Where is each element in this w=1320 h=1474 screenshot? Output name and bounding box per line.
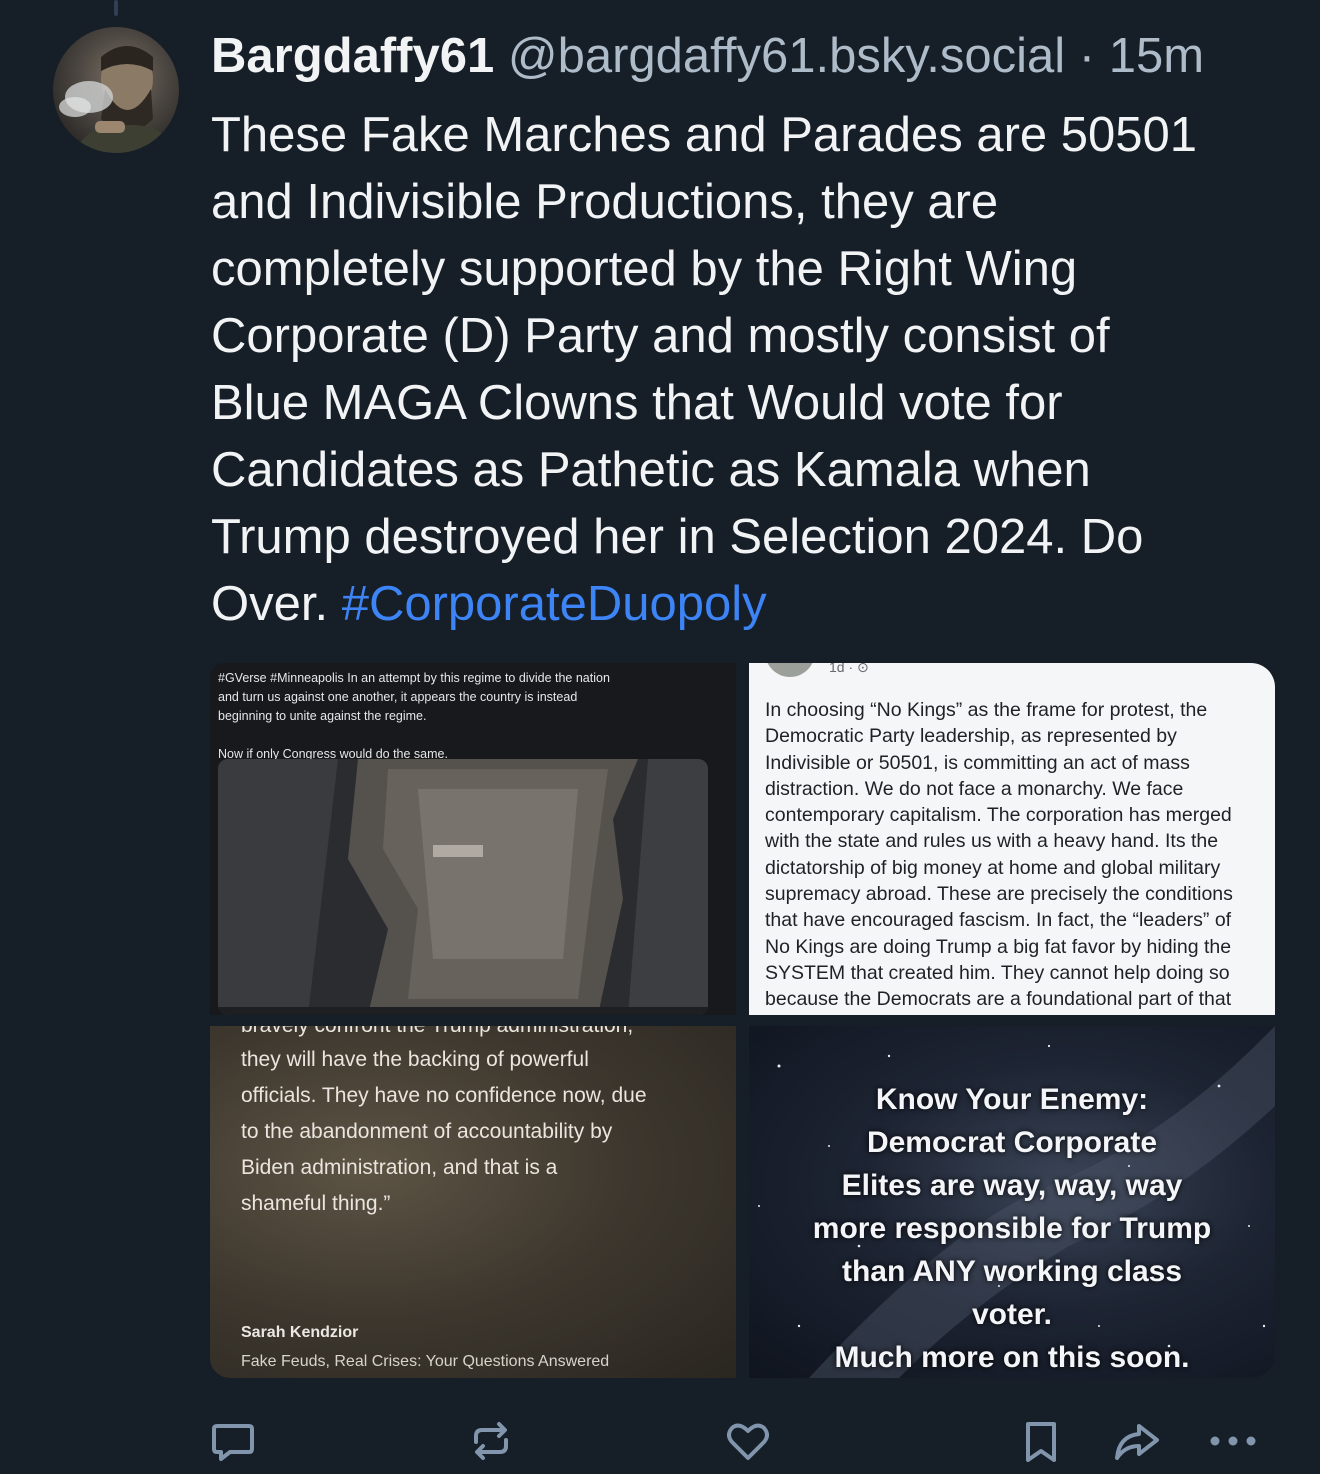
quote-line: to the abandonment of accountability by	[241, 1120, 613, 1143]
post-text-line: Blue MAGA Clowns that Would vote for	[211, 376, 1063, 430]
post-text: These Fake Marches and Parades are 50501…	[211, 102, 1291, 638]
media-image-quote[interactable]: bravely confront the Trump administratio…	[210, 1026, 736, 1378]
speech-bubble-icon	[212, 1424, 254, 1461]
more-options-button[interactable]	[1206, 1416, 1260, 1466]
embedded-text-line: Democratic Party leadership, as represen…	[765, 725, 1177, 748]
post-text-line: and Indivisible Productions, they are	[211, 175, 999, 229]
ellipsis-icon	[1210, 1436, 1256, 1446]
display-name[interactable]: Bargdaffy61	[211, 29, 494, 83]
quote-line: shameful thing.”	[241, 1192, 391, 1215]
bookmark-button[interactable]	[1016, 1416, 1066, 1466]
avatar-image	[59, 46, 179, 153]
quote-text: they will have the backing of powerful o…	[241, 1042, 721, 1222]
post-actions	[0, 1408, 1320, 1468]
embedded-text-line: with the state and rules us with a heavy…	[765, 830, 1219, 853]
media-image-text-post[interactable]: 1d · ⊙ In choosing “No Kings” as the fra…	[749, 663, 1275, 1015]
embedded-text-line: In choosing “No Kings” as the frame for …	[765, 699, 1208, 721]
meme-line: Much more on this soon.	[834, 1341, 1190, 1374]
meme-line: Know Your Enemy:	[875, 1083, 1149, 1116]
handle[interactable]: @bargdaffy61.bsky.social	[508, 29, 1065, 83]
post-text-line: Trump destroyed her in Selection 2024. D…	[211, 510, 1144, 564]
crowd-photo	[218, 759, 708, 1015]
avatar[interactable]	[53, 27, 179, 153]
post-text-line: These Fake Marches and Parades are 50501	[211, 108, 1198, 162]
embedded-text-line: contemporary capitalism. The corporation…	[765, 804, 1232, 827]
quote-line: officials. They have no confidence now, …	[241, 1084, 647, 1107]
thread-line	[114, 0, 118, 16]
embedded-text-line: dictatorship of big money at home and gl…	[765, 856, 1221, 879]
caption-line: and turn us against one another, it appe…	[218, 690, 578, 704]
embedded-text-line: No Kings are doing Trump a big fat favor…	[765, 935, 1232, 958]
image-caption: #GVerse #Minneapolis In an attempt by th…	[218, 669, 718, 764]
post-text-line: completely supported by the Right Wing	[211, 242, 1078, 296]
meme-line: Democrat Corporate	[866, 1126, 1158, 1159]
timestamp[interactable]: 15m	[1109, 29, 1204, 83]
meme-line: Elites are way, way, way	[841, 1169, 1183, 1202]
heart-icon	[727, 1423, 769, 1460]
hashtag-link[interactable]: #CorporateDuopoly	[342, 577, 767, 631]
embedded-text-line: because the Democrats are a foundational…	[765, 988, 1232, 1011]
embedded-text-line: that have encouraged fascism. In fact, t…	[765, 909, 1232, 932]
embedded-text-line: supremacy abroad. These are precisely th…	[765, 883, 1233, 906]
meme-line: than ANY working class	[841, 1255, 1183, 1288]
quote-author: Sarah Kendzior	[241, 1324, 359, 1341]
like-button[interactable]	[723, 1416, 773, 1466]
repost-button[interactable]	[466, 1416, 516, 1466]
meme-line: voter.	[971, 1298, 1053, 1331]
embedded-avatar	[765, 663, 815, 677]
quote-line: Biden administration, and that is a	[241, 1156, 558, 1179]
embedded-text-line: Indivisible or 50501, is committing an a…	[765, 751, 1190, 774]
post-text-line: Over.	[211, 577, 329, 631]
quote-line: they will have the backing of powerful	[241, 1048, 589, 1071]
media-grid: #GVerse #Minneapolis In an attempt by th…	[210, 663, 1275, 1378]
quote-source: Fake Feuds, Real Crises: Your Questions …	[241, 1353, 610, 1370]
share-button[interactable]	[1111, 1416, 1161, 1466]
quote-cut-line: bravely confront the Trump administratio…	[241, 1026, 633, 1038]
reply-button[interactable]	[208, 1416, 258, 1466]
share-arrow-icon	[1115, 1424, 1159, 1460]
embedded-post-text: In choosing “No Kings” as the frame for …	[765, 697, 1273, 1013]
post-text-line: Candidates as Pathetic as Kamala when	[211, 443, 1091, 497]
post-header: Bargdaffy61 @bargdaffy61.bsky.social · 1…	[211, 28, 1280, 84]
bookmark-icon	[1026, 1422, 1056, 1462]
media-image-crowd[interactable]: #GVerse #Minneapolis In an attempt by th…	[210, 663, 736, 1015]
post-text-last-line: Over. #CorporateDuopoly	[211, 571, 1291, 638]
repost-arrows-icon	[474, 1422, 508, 1460]
embedded-text-line: SYSTEM that created him. They cannot hel…	[765, 961, 1230, 984]
embedded-meta: 1d · ⊙	[829, 663, 869, 675]
caption-line: beginning to unite against the regime.	[218, 709, 427, 723]
meme-line: more responsible for Trump	[812, 1212, 1212, 1245]
meme-text: Know Your Enemy: Democrat Corporate Elit…	[749, 1078, 1275, 1378]
embedded-text-line: distraction. We do not face a monarchy. …	[765, 777, 1184, 800]
caption-line: #GVerse #Minneapolis In an attempt by th…	[218, 671, 610, 685]
separator: ·	[1078, 29, 1096, 83]
post-text-line: Corporate (D) Party and mostly consist o…	[211, 309, 1110, 363]
media-image-meme[interactable]: Know Your Enemy: Democrat Corporate Elit…	[749, 1026, 1275, 1378]
